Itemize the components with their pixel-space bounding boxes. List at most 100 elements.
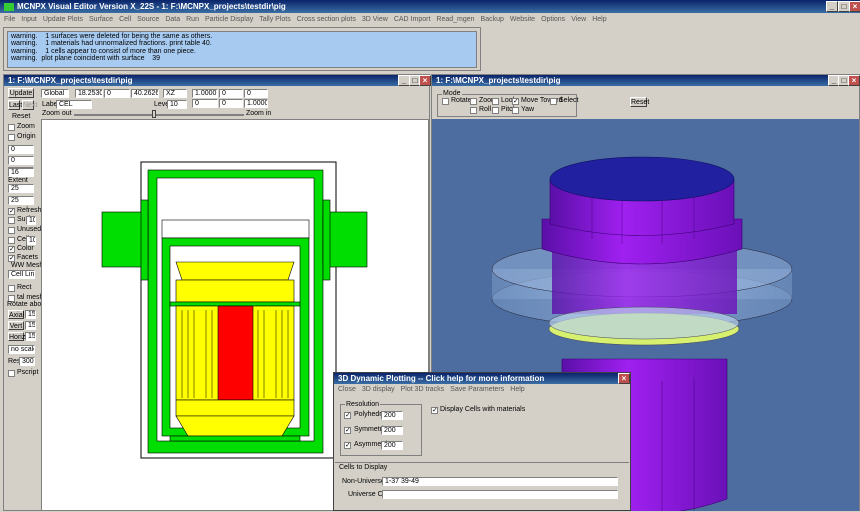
view3d-titlebar: 1: F:\MCNPX_projects\testdir\pig _ □ × bbox=[432, 75, 860, 86]
next-button[interactable]: Next bbox=[22, 100, 37, 110]
zoom-checkbox[interactable] bbox=[8, 124, 15, 131]
extent-2-field[interactable]: 25 bbox=[8, 184, 34, 193]
color-checkbox[interactable]: ✓ bbox=[8, 246, 15, 253]
menu-tally-plots[interactable]: Tally Plots bbox=[259, 16, 291, 23]
dyn-menu-close[interactable]: Close bbox=[338, 386, 356, 393]
polyhedra-checkbox[interactable]: ✓ bbox=[344, 412, 351, 419]
menu-cad-import[interactable]: CAD Import bbox=[394, 16, 431, 23]
dyn-menu-help[interactable]: Help bbox=[510, 386, 524, 393]
plane-u-field[interactable]: 1.0000 bbox=[192, 89, 218, 98]
rect-label: Rect bbox=[17, 284, 32, 291]
menu-view[interactable]: View bbox=[571, 16, 586, 23]
menu-run[interactable]: Run bbox=[186, 16, 199, 23]
vert-button[interactable]: Vert bbox=[8, 321, 24, 330]
unused-checkbox[interactable] bbox=[8, 227, 15, 234]
extent-1-field[interactable]: 16 bbox=[8, 168, 34, 177]
view3d-reset-button[interactable]: Reset bbox=[630, 97, 649, 107]
plane-w-field[interactable]: 0 bbox=[244, 89, 268, 98]
look-checkbox[interactable] bbox=[492, 98, 499, 105]
extent-3-field[interactable]: 25 bbox=[8, 196, 34, 205]
universe-field[interactable] bbox=[382, 490, 618, 499]
pscript-checkbox[interactable] bbox=[8, 370, 15, 377]
last-button[interactable]: Last bbox=[8, 100, 22, 110]
origin-x-field[interactable]: 0 bbox=[8, 145, 34, 154]
cell-field[interactable]: 10 bbox=[26, 236, 36, 245]
plot2d-close-icon[interactable]: × bbox=[419, 75, 431, 86]
horiz-field[interactable]: 15 bbox=[25, 332, 36, 341]
origin-y-field[interactable]: 0 bbox=[8, 156, 34, 165]
level-2-field[interactable]: 0 bbox=[219, 99, 243, 108]
axial-button[interactable]: Axial bbox=[8, 310, 24, 319]
display-cells-checkbox[interactable]: ✓ bbox=[431, 407, 438, 414]
label-select[interactable]: CEL bbox=[56, 100, 92, 109]
coord-y-field[interactable]: 0 bbox=[104, 89, 130, 98]
roll-checkbox[interactable] bbox=[470, 107, 477, 114]
menu-read-mgen[interactable]: Read_mgen bbox=[436, 16, 474, 23]
message-list[interactable]: warning. 1 surfaces were deleted for bei… bbox=[7, 31, 477, 68]
select-checkbox[interactable] bbox=[550, 98, 557, 105]
pitch-checkbox[interactable] bbox=[492, 107, 499, 114]
zoom-slider[interactable] bbox=[74, 114, 244, 116]
rotate-checkbox[interactable] bbox=[442, 98, 449, 105]
menu-backup[interactable]: Backup bbox=[481, 16, 504, 23]
menu-3d-view[interactable]: 3D View bbox=[362, 16, 388, 23]
level-select[interactable]: 10 bbox=[167, 100, 187, 109]
asymmetric-field[interactable]: 200 bbox=[381, 441, 403, 450]
menu-data[interactable]: Data bbox=[165, 16, 180, 23]
cell-lines-select[interactable]: Cell Line bbox=[8, 270, 35, 279]
menu-cross-section-plots[interactable]: Cross section plots bbox=[297, 16, 356, 23]
polyhedra-field[interactable]: 200 bbox=[381, 411, 403, 420]
symmetric-checkbox[interactable]: ✓ bbox=[344, 427, 351, 434]
rect-checkbox[interactable] bbox=[8, 285, 15, 292]
asymmetric-checkbox[interactable]: ✓ bbox=[344, 442, 351, 449]
minimize-icon[interactable]: _ bbox=[826, 1, 838, 12]
menu-update-plots[interactable]: Update Plots bbox=[43, 16, 83, 23]
coord-z-field[interactable]: 40.2626 bbox=[131, 89, 159, 98]
update-button[interactable]: Update bbox=[8, 88, 34, 98]
close-icon[interactable]: × bbox=[849, 1, 860, 12]
facets-label: Facets bbox=[17, 254, 39, 261]
dyn-close-icon[interactable]: × bbox=[618, 373, 630, 384]
scale-select[interactable]: no scale bbox=[8, 345, 35, 354]
yaw-checkbox[interactable] bbox=[512, 107, 519, 114]
menu-surface[interactable]: Surface bbox=[89, 16, 113, 23]
move-toward-checkbox[interactable]: ✓ bbox=[512, 98, 519, 105]
facets-checkbox[interactable]: ✓ bbox=[8, 255, 15, 262]
reset-label[interactable]: Reset bbox=[12, 113, 30, 120]
non-universe-field[interactable]: 1-37 39-49 bbox=[382, 477, 618, 486]
menu-particle-display[interactable]: Particle Display bbox=[205, 16, 253, 23]
zoom-slider-thumb[interactable] bbox=[152, 110, 156, 118]
symmetric-field[interactable]: 200 bbox=[381, 426, 403, 435]
mode-label: Mode bbox=[442, 90, 462, 97]
dyn-menu-plot-3d-tracks[interactable]: Plot 3D tracks bbox=[401, 386, 445, 393]
view3d-close-icon[interactable]: × bbox=[848, 75, 860, 86]
menu-source[interactable]: Source bbox=[137, 16, 159, 23]
dyn-menu-3d-display[interactable]: 3D display bbox=[362, 386, 395, 393]
plane-v-field[interactable]: 0 bbox=[219, 89, 243, 98]
plot2d-titlebar: 1: F:\MCNPX_projects\testdir\pig _ □ × bbox=[4, 75, 431, 86]
refresh-checkbox[interactable]: ✓ bbox=[8, 208, 15, 215]
axial-field[interactable]: 15 bbox=[25, 310, 36, 319]
menu-options[interactable]: Options bbox=[541, 16, 565, 23]
cell-checkbox[interactable] bbox=[8, 237, 15, 244]
surf-checkbox[interactable] bbox=[8, 217, 15, 224]
unused-label: Unused bbox=[17, 226, 42, 233]
level-3-field[interactable]: 1.0000 bbox=[244, 99, 268, 108]
menu-input[interactable]: Input bbox=[21, 16, 37, 23]
menu-website[interactable]: Website bbox=[510, 16, 535, 23]
menu-file[interactable]: File bbox=[4, 16, 15, 23]
level-1-field[interactable]: 0 bbox=[192, 99, 218, 108]
origin-checkbox[interactable] bbox=[8, 134, 15, 141]
dyn-menubar: Close 3D display Plot 3D tracks Save Parame… bbox=[334, 384, 630, 395]
coord-mode-select[interactable]: Global bbox=[41, 89, 69, 98]
menu-help[interactable]: Help bbox=[592, 16, 606, 23]
coord-x-field[interactable]: 18.2530 bbox=[75, 89, 103, 98]
menu-cell[interactable]: Cell bbox=[119, 16, 131, 23]
dyn-menu-save-parameters[interactable]: Save Parameters bbox=[450, 386, 504, 393]
horiz-button[interactable]: Horiz bbox=[8, 332, 25, 341]
surf-field[interactable]: 10 bbox=[26, 216, 36, 225]
zoom3d-checkbox[interactable] bbox=[470, 98, 477, 105]
vert-field[interactable]: 15 bbox=[25, 321, 36, 330]
plane-select[interactable]: XZ bbox=[163, 89, 187, 98]
res-field[interactable]: 300 bbox=[19, 357, 35, 366]
